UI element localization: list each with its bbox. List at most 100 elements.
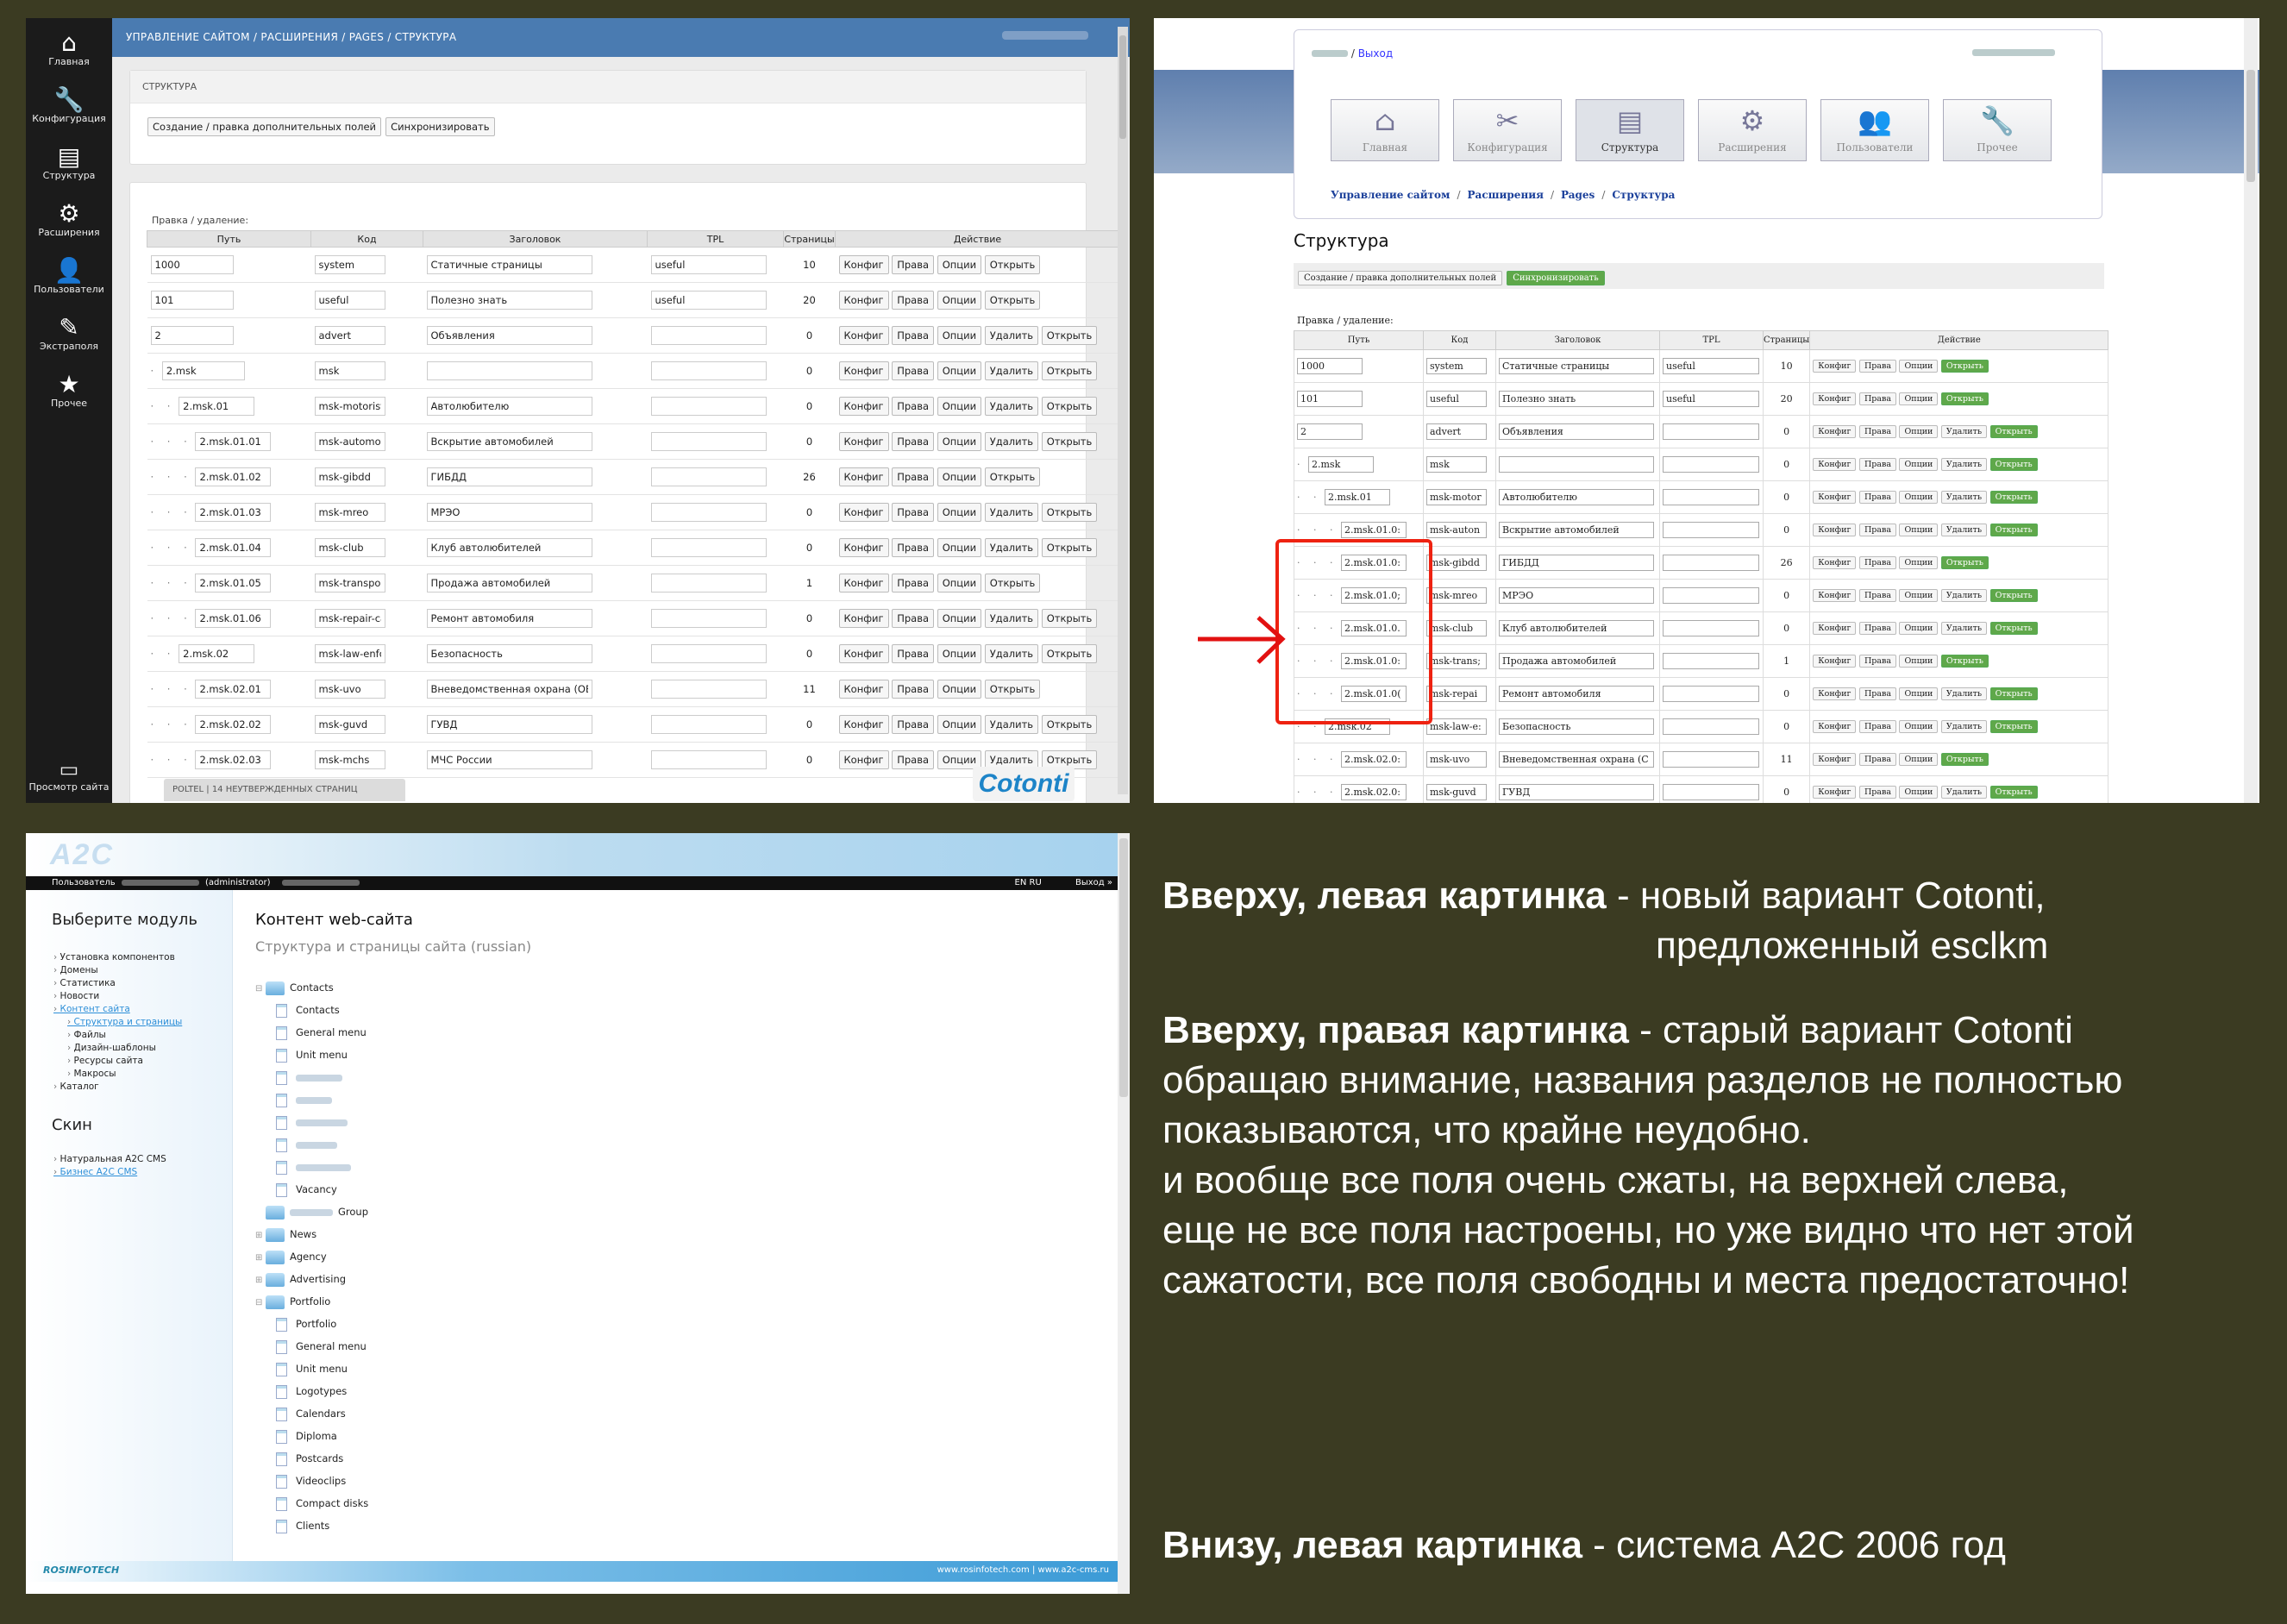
rights-button[interactable]: Права — [892, 644, 935, 663]
nav-tab-tools[interactable]: ✂ Конфигурация — [1453, 99, 1562, 161]
sync-button[interactable]: Синхронизировать — [1507, 271, 1605, 285]
open-button[interactable]: Открыть — [1041, 538, 1098, 557]
rights-button[interactable]: Права — [1858, 753, 1896, 766]
tpl-input[interactable] — [650, 644, 767, 663]
open-button[interactable]: Открыть — [1989, 622, 2038, 635]
scrollbar[interactable] — [1118, 833, 1130, 1594]
code-input[interactable] — [314, 609, 385, 628]
rights-button[interactable]: Права — [892, 397, 935, 416]
expand-toggle-icon[interactable]: ⊞ — [255, 1270, 266, 1292]
title-input[interactable] — [426, 361, 592, 380]
options-button[interactable]: Опции — [937, 503, 982, 522]
options-button[interactable]: Опции — [1899, 720, 1939, 733]
title-input[interactable] — [1499, 751, 1654, 768]
open-button[interactable]: Открыть — [1041, 644, 1098, 663]
code-input[interactable] — [314, 255, 385, 274]
code-input[interactable] — [314, 680, 385, 699]
tree-node[interactable]: Group — [255, 1201, 368, 1223]
code-input[interactable] — [314, 467, 385, 486]
tpl-input[interactable] — [1663, 423, 1759, 440]
config-button[interactable]: Конфиг — [1813, 360, 1857, 373]
rights-button[interactable]: Права — [892, 291, 935, 310]
tpl-input[interactable] — [1663, 522, 1759, 538]
title-input[interactable] — [426, 680, 592, 699]
code-input[interactable] — [1426, 620, 1487, 636]
logout-link[interactable]: Выход » — [1075, 878, 1112, 887]
path-input[interactable] — [161, 361, 245, 380]
delete-button[interactable]: Удалить — [1940, 622, 1988, 635]
module-item[interactable]: Домены — [53, 964, 232, 977]
delete-button[interactable]: Удалить — [1940, 524, 1988, 536]
tree-node[interactable]: General menu — [255, 1021, 368, 1044]
delete-button[interactable]: Удалить — [984, 432, 1039, 451]
title-input[interactable] — [426, 326, 592, 345]
code-input[interactable] — [314, 644, 385, 663]
delete-button[interactable]: Удалить — [1940, 786, 1988, 799]
rights-button[interactable]: Права — [892, 750, 935, 769]
title-input[interactable] — [426, 397, 592, 416]
path-input[interactable] — [195, 538, 272, 557]
tree-node[interactable]: Unit menu — [255, 1358, 368, 1380]
tpl-input[interactable] — [650, 680, 767, 699]
title-input[interactable] — [1499, 456, 1654, 473]
username[interactable] — [1312, 50, 1348, 57]
code-input[interactable] — [1426, 456, 1487, 473]
options-button[interactable]: Опции — [1899, 753, 1939, 766]
options-button[interactable]: Опции — [937, 397, 982, 416]
config-button[interactable]: Конфиг — [838, 750, 889, 769]
tpl-input[interactable] — [1663, 718, 1759, 735]
rights-button[interactable]: Права — [1858, 556, 1896, 569]
options-button[interactable]: Опции — [937, 574, 982, 593]
tpl-input[interactable] — [650, 326, 767, 345]
title-input[interactable] — [426, 644, 592, 663]
options-button[interactable]: Опции — [1899, 786, 1939, 799]
rights-button[interactable]: Права — [1858, 524, 1896, 536]
config-button[interactable]: Конфиг — [1813, 589, 1857, 602]
tree-node[interactable]: General menu — [255, 1335, 368, 1358]
open-button[interactable]: Открыть — [1989, 720, 2038, 733]
rights-button[interactable]: Права — [1858, 786, 1896, 799]
tpl-input[interactable] — [1663, 751, 1759, 768]
config-button[interactable]: Конфиг — [1813, 556, 1857, 569]
config-button[interactable]: Конфиг — [1813, 655, 1857, 668]
open-button[interactable]: Открыть — [1940, 753, 1989, 766]
open-button[interactable]: Открыть — [984, 255, 1041, 274]
rights-button[interactable]: Права — [892, 574, 935, 593]
tree-node[interactable]: ⊟ Portfolio — [255, 1290, 368, 1313]
path-input[interactable] — [195, 750, 272, 769]
title-input[interactable] — [426, 503, 592, 522]
config-button[interactable]: Конфиг — [1813, 425, 1857, 438]
path-input[interactable] — [195, 609, 272, 628]
options-button[interactable]: Опции — [1899, 622, 1939, 635]
title-input[interactable] — [426, 538, 592, 557]
module-item[interactable]: Файлы — [53, 1029, 232, 1042]
title-input[interactable] — [1499, 718, 1654, 735]
config-button[interactable]: Конфиг — [838, 255, 889, 274]
tpl-input[interactable] — [650, 361, 767, 380]
tpl-input[interactable] — [650, 609, 767, 628]
rights-button[interactable]: Права — [1858, 589, 1896, 602]
delete-button[interactable]: Удалить — [1940, 458, 1988, 471]
title-input[interactable] — [1499, 358, 1654, 374]
sidebar-item-wrench[interactable]: 🔧 Конфигурация — [26, 75, 112, 132]
code-input[interactable] — [314, 503, 385, 522]
tree-node[interactable]: ⊞ Advertising — [255, 1268, 368, 1290]
title-input[interactable] — [426, 609, 592, 628]
sidebar-item-users[interactable]: 👤 Пользователи — [26, 246, 112, 303]
options-button[interactable]: Опции — [1899, 589, 1939, 602]
module-item[interactable]: Натуральная A2C CMS — [53, 1153, 232, 1166]
tpl-input[interactable] — [1663, 555, 1759, 571]
title-input[interactable] — [1499, 653, 1654, 669]
breadcrumb-link[interactable]: Структура — [1612, 189, 1675, 201]
open-button[interactable]: Открыть — [1940, 655, 1989, 668]
config-button[interactable]: Конфиг — [838, 644, 889, 663]
path-input[interactable] — [1340, 784, 1407, 800]
module-item[interactable]: Установка компонентов — [53, 951, 232, 964]
rights-button[interactable]: Права — [892, 609, 935, 628]
code-input[interactable] — [1426, 751, 1487, 768]
config-button[interactable]: Конфиг — [838, 397, 889, 416]
expand-toggle-icon[interactable]: ⊞ — [255, 1225, 266, 1247]
path-input[interactable] — [195, 680, 272, 699]
code-input[interactable] — [1426, 587, 1487, 604]
expand-toggle-icon[interactable]: ⊟ — [255, 978, 266, 1000]
